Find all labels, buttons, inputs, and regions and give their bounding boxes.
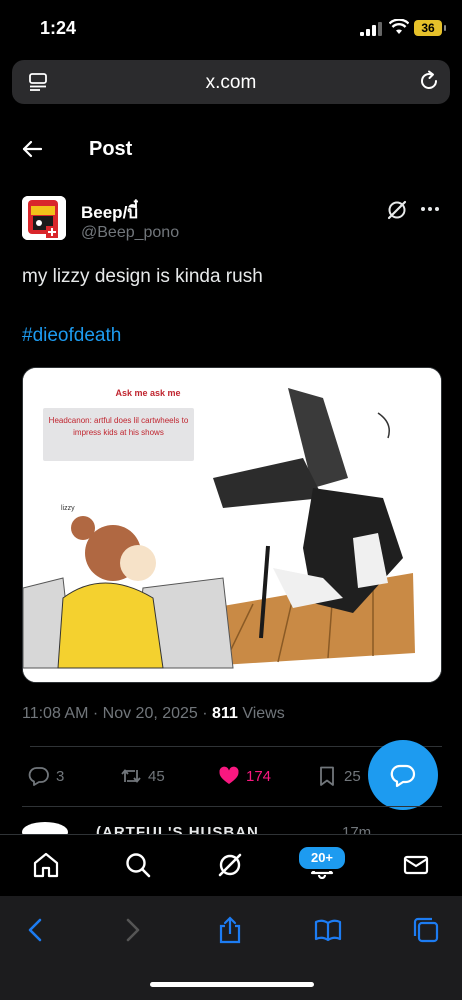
share-icon[interactable]	[216, 916, 244, 944]
like-count: 174	[246, 767, 272, 785]
bookmark-button[interactable]: 25	[316, 765, 361, 787]
notifications-badge: 20+	[297, 845, 347, 871]
avatar[interactable]	[22, 196, 66, 240]
media-title: Ask me ask me	[115, 388, 181, 398]
browser-toolbar	[0, 896, 462, 1000]
post-image[interactable]: lizzy Ask me ask me Headcanon: artful do…	[22, 367, 442, 683]
author-name[interactable]: Beep/บี๋	[81, 199, 138, 226]
post-meta: 11:08 AM · Nov 20, 2025 · 811 Views	[22, 705, 285, 722]
search-icon[interactable]	[124, 851, 152, 879]
next-reply-preview[interactable]: (ARTFUL'S HUSBAN 17m	[22, 820, 442, 834]
heart-icon	[219, 766, 239, 784]
repost-count: 45	[148, 767, 165, 785]
reply-time: 17m	[342, 824, 372, 834]
grok-icon[interactable]	[386, 199, 408, 221]
reply-avatar	[22, 822, 68, 834]
post-time: 11:08 AM	[22, 705, 89, 722]
bottom-nav: 20+	[0, 834, 462, 897]
like-button[interactable]: 174	[218, 765, 271, 787]
page-title: Post	[89, 138, 133, 160]
repost-button[interactable]: 45	[120, 765, 165, 787]
home-icon[interactable]	[32, 851, 60, 879]
url-bar[interactable]: x.com	[12, 60, 450, 104]
bookmarks-icon[interactable]	[314, 916, 342, 944]
author-handle[interactable]: @Beep_pono	[81, 224, 179, 242]
status-time: 1:24	[40, 18, 77, 38]
browser-forward-icon[interactable]	[118, 916, 146, 944]
bookmark-icon	[320, 766, 334, 786]
tabs-icon[interactable]	[412, 916, 440, 944]
views-count: 811	[212, 705, 238, 722]
media-caption: Headcanon: artful does lil cartwheels to…	[48, 416, 189, 437]
back-arrow-icon[interactable]	[22, 139, 42, 159]
grok-nav-icon[interactable]	[216, 851, 244, 879]
bookmark-count: 25	[344, 767, 361, 785]
battery-indicator: 36	[414, 20, 446, 36]
hashtag-link[interactable]: #dieofdeath	[22, 325, 121, 347]
media-caption-box: Headcanon: artful does lil cartwheels to…	[43, 408, 194, 461]
post-text: my lizzy design is kinda rush	[22, 266, 263, 287]
signal-icon	[360, 22, 382, 36]
post-date: Nov 20, 2025	[102, 705, 198, 722]
more-icon[interactable]	[420, 206, 440, 212]
compose-icon	[390, 764, 416, 788]
repost-icon	[121, 769, 141, 783]
reply-count: 3	[56, 767, 65, 785]
avatar-image	[22, 196, 66, 240]
mail-icon[interactable]	[402, 851, 430, 879]
media-note: lizzy	[61, 505, 75, 512]
views-label[interactable]: Views	[242, 705, 284, 722]
wifi-icon	[389, 19, 409, 34]
url-domain[interactable]: x.com	[12, 72, 450, 94]
reload-icon[interactable]	[418, 70, 440, 92]
divider	[22, 806, 442, 807]
status-bar: 1:24 36	[0, 0, 462, 56]
compose-reply-button[interactable]	[368, 740, 438, 810]
reply-icon	[28, 767, 49, 786]
home-indicator	[150, 982, 314, 987]
reply-button[interactable]: 3	[28, 765, 64, 787]
browser-back-icon[interactable]	[22, 916, 50, 944]
reply-author-name: (ARTFUL'S HUSBAN	[96, 824, 259, 834]
